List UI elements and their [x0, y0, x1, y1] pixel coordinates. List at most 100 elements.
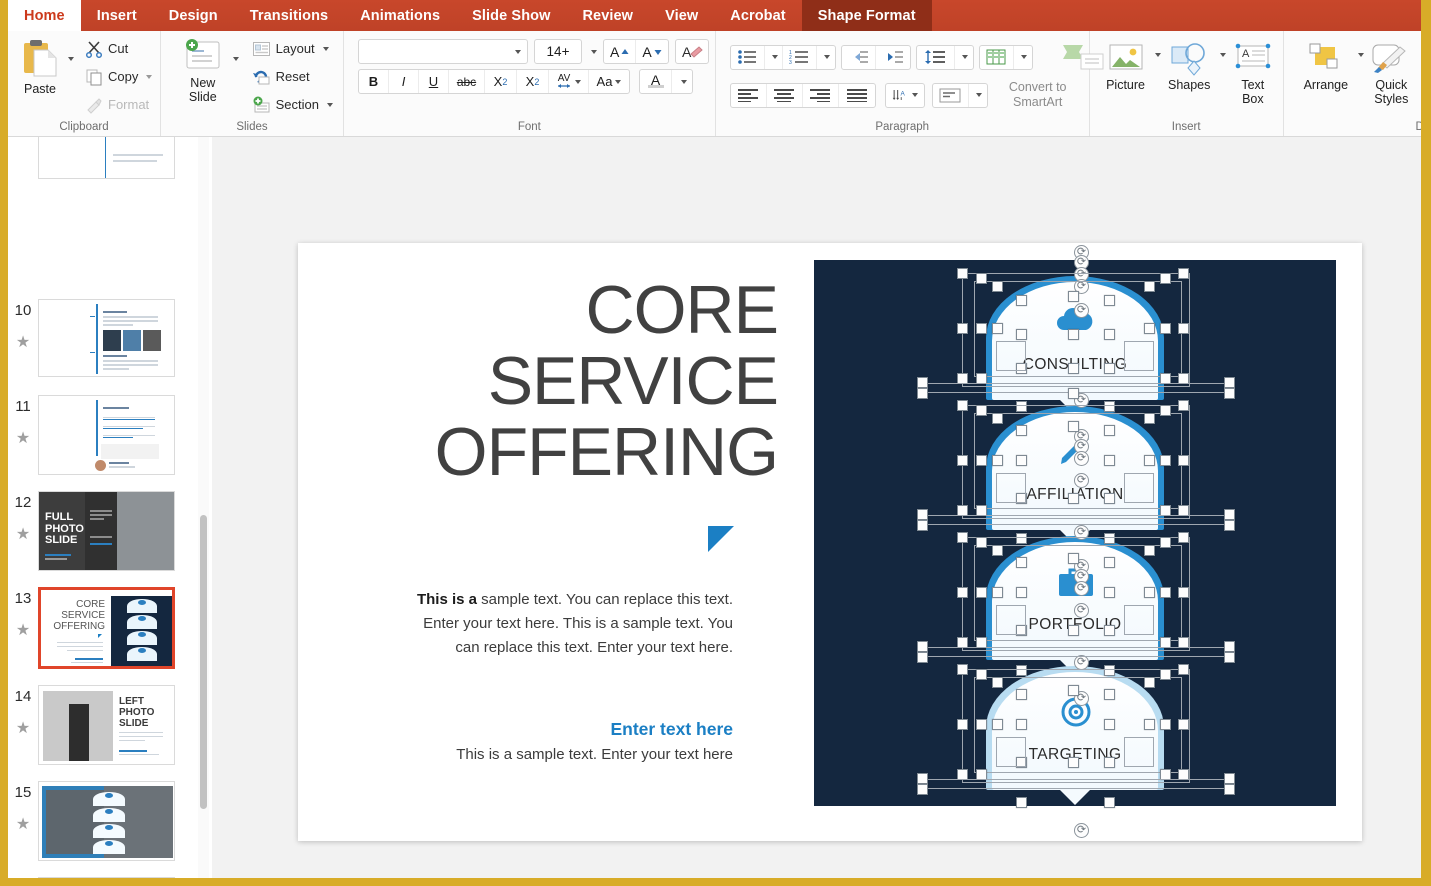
- resize-handle[interactable]: [1160, 669, 1171, 680]
- font-size-input[interactable]: 14+: [534, 39, 582, 64]
- resize-handle[interactable]: [1144, 545, 1155, 556]
- tab-insert[interactable]: Insert: [81, 0, 153, 31]
- align-center-button[interactable]: [767, 83, 803, 107]
- resize-handle[interactable]: [1016, 719, 1027, 730]
- resize-handle[interactable]: [1016, 557, 1027, 568]
- resize-handle[interactable]: [992, 323, 1003, 334]
- resize-handle[interactable]: [1144, 719, 1155, 730]
- align-text-button[interactable]: [933, 83, 969, 107]
- resize-handle[interactable]: [992, 719, 1003, 730]
- resize-handle[interactable]: [1068, 329, 1079, 340]
- resize-handle[interactable]: [1104, 625, 1115, 636]
- thumbnail-item-9[interactable]: [8, 137, 198, 179]
- tab-acrobat[interactable]: Acrobat: [714, 0, 802, 31]
- resize-handle[interactable]: [1178, 268, 1189, 279]
- shapes-button[interactable]: Shapes: [1164, 39, 1214, 95]
- shrink-font-button[interactable]: A: [636, 40, 667, 63]
- resize-handle[interactable]: [1144, 281, 1155, 292]
- resize-handle[interactable]: [1104, 295, 1115, 306]
- slide-body-text[interactable]: This is a sample text. You can replace t…: [408, 588, 733, 660]
- arrange-button[interactable]: Arrange: [1300, 39, 1352, 95]
- bulleted-list-button[interactable]: [731, 45, 765, 69]
- thumbnail-item-14[interactable]: 14 ★ LEFT PHOTO SLIDE: [8, 685, 198, 765]
- section-caret-icon[interactable]: [327, 102, 333, 107]
- picture-button[interactable]: Picture: [1102, 39, 1150, 95]
- tab-slide-show[interactable]: Slide Show: [456, 0, 566, 31]
- resize-handle[interactable]: [992, 281, 1003, 292]
- resize-handle[interactable]: [1160, 537, 1171, 548]
- clear-formatting-button[interactable]: A: [674, 39, 709, 64]
- resize-handle[interactable]: [957, 455, 968, 466]
- resize-handle[interactable]: [1104, 493, 1115, 504]
- subscript-button[interactable]: X2: [517, 70, 549, 93]
- resize-handle[interactable]: [1178, 455, 1189, 466]
- layout-caret-icon[interactable]: [322, 46, 329, 51]
- resize-handle[interactable]: [1224, 784, 1235, 795]
- tab-home[interactable]: Home: [8, 0, 81, 31]
- resize-handle[interactable]: [976, 719, 987, 730]
- resize-handle[interactable]: [1160, 587, 1171, 598]
- resize-handle[interactable]: [1016, 329, 1027, 340]
- resize-handle[interactable]: [976, 587, 987, 598]
- font-color-caret-button[interactable]: [672, 70, 692, 93]
- resize-handle[interactable]: [957, 323, 968, 334]
- resize-handle[interactable]: [992, 545, 1003, 556]
- layout-button[interactable]: Layout: [248, 35, 337, 62]
- resize-handle[interactable]: [1178, 400, 1189, 411]
- italic-button[interactable]: I: [389, 70, 419, 93]
- tab-animations[interactable]: Animations: [344, 0, 456, 31]
- resize-handle[interactable]: [1160, 323, 1171, 334]
- resize-handle[interactable]: [1068, 757, 1079, 768]
- resize-handle[interactable]: [1178, 587, 1189, 598]
- resize-handle[interactable]: [1160, 273, 1171, 284]
- resize-handle[interactable]: [1104, 689, 1115, 700]
- resize-handle[interactable]: [917, 520, 928, 531]
- resize-handle[interactable]: [976, 455, 987, 466]
- resize-handle[interactable]: [1104, 455, 1115, 466]
- resize-handle[interactable]: [1224, 641, 1235, 652]
- shapes-caret-icon[interactable]: [1219, 53, 1226, 57]
- thumbnail-item-10[interactable]: 10 ★: [8, 299, 198, 377]
- resize-handle[interactable]: [1104, 587, 1115, 598]
- thumbnail-item-15[interactable]: 15 ★: [8, 781, 198, 861]
- resize-handle[interactable]: [1144, 677, 1155, 688]
- resize-handle[interactable]: [1104, 719, 1115, 730]
- resize-handle[interactable]: [917, 784, 928, 795]
- columns-caret-button[interactable]: [1014, 46, 1032, 69]
- resize-handle[interactable]: [917, 773, 928, 784]
- thumbnail-item-11[interactable]: 11 ★: [8, 395, 198, 475]
- picture-caret-icon[interactable]: [1155, 53, 1162, 57]
- resize-handle[interactable]: [957, 268, 968, 279]
- resize-handle[interactable]: [957, 664, 968, 675]
- resize-handle[interactable]: [1104, 757, 1115, 768]
- superscript-button[interactable]: X2: [485, 70, 517, 93]
- resize-handle[interactable]: [976, 405, 987, 416]
- justify-button[interactable]: [839, 84, 875, 107]
- bold-button[interactable]: B: [359, 70, 389, 93]
- resize-handle[interactable]: [1068, 493, 1079, 504]
- resize-handle[interactable]: [957, 587, 968, 598]
- arrange-caret-icon[interactable]: [1357, 53, 1364, 57]
- tab-shape-format[interactable]: Shape Format: [801, 0, 932, 31]
- tab-design[interactable]: Design: [153, 0, 234, 31]
- change-case-caret-icon[interactable]: [615, 79, 622, 84]
- resize-handle[interactable]: [1224, 773, 1235, 784]
- columns-button[interactable]: [980, 45, 1014, 69]
- resize-handle[interactable]: [1068, 421, 1079, 432]
- resize-handle[interactable]: [976, 323, 987, 334]
- resize-handle[interactable]: [917, 652, 928, 663]
- reset-button[interactable]: Reset: [248, 63, 337, 90]
- copy-button[interactable]: Copy: [81, 63, 156, 90]
- resize-handle[interactable]: [917, 641, 928, 652]
- current-slide[interactable]: CORE SERVICE OFFERING This is a sample t…: [298, 243, 1362, 841]
- thumbnail-scrollbar-thumb[interactable]: [199, 515, 207, 809]
- tab-view[interactable]: View: [649, 0, 714, 31]
- resize-handle[interactable]: [1104, 425, 1115, 436]
- character-spacing-caret-icon[interactable]: [575, 79, 581, 84]
- line-spacing-button[interactable]: [917, 45, 955, 69]
- resize-handle[interactable]: [1016, 587, 1027, 598]
- resize-handle[interactable]: [1160, 405, 1171, 416]
- format-painter-button[interactable]: Format: [81, 91, 156, 118]
- quick-styles-button[interactable]: Quick Styles: [1367, 39, 1416, 109]
- font-name-input[interactable]: [358, 39, 528, 64]
